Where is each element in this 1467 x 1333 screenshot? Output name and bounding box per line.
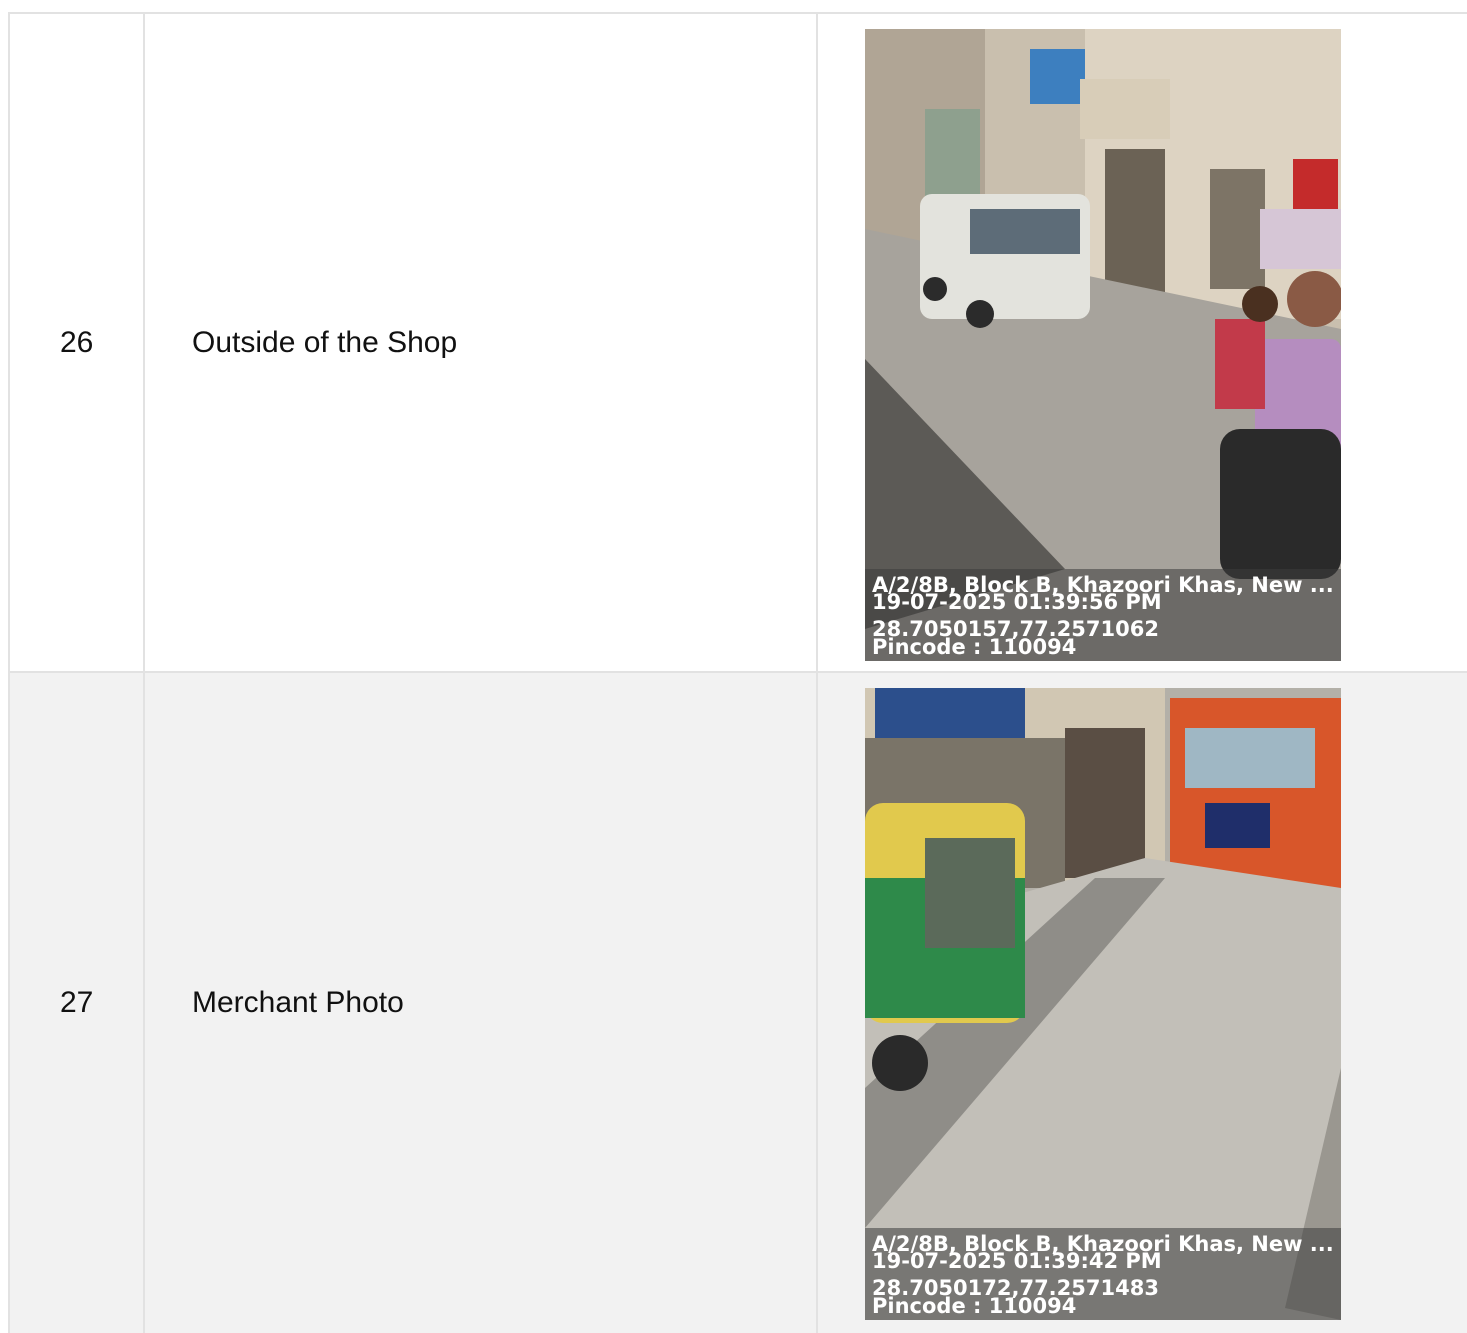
row-label: Merchant Photo <box>145 673 818 1333</box>
row-number: 26 <box>10 14 145 671</box>
merchant-photo: A/2/8B, Block B, Khazoori Khas, New ... … <box>865 688 1341 1320</box>
street-photo-image <box>865 688 1341 1320</box>
street-photo-image <box>865 29 1341 661</box>
geo-stamp: A/2/8B, Block B, Khazoori Khas, New ... … <box>865 569 1341 661</box>
shop-outside-photo: A/2/8B, Block B, Khazoori Khas, New ... … <box>865 29 1341 661</box>
geo-stamp: A/2/8B, Block B, Khazoori Khas, New ... … <box>865 1228 1341 1320</box>
document-table: 26 Outside of the Shop A/2/8B, Block B, … <box>8 12 1467 1333</box>
row-number: 27 <box>10 673 145 1333</box>
row-label: Outside of the Shop <box>145 14 818 671</box>
table-row: 27 Merchant Photo A/2/8B, Block B, Khazo… <box>10 673 1467 1333</box>
photo-cell: A/2/8B, Block B, Khazoori Khas, New ... … <box>818 673 1467 1333</box>
photo-cell: A/2/8B, Block B, Khazoori Khas, New ... … <box>818 14 1467 671</box>
table-row: 26 Outside of the Shop A/2/8B, Block B, … <box>10 14 1467 673</box>
